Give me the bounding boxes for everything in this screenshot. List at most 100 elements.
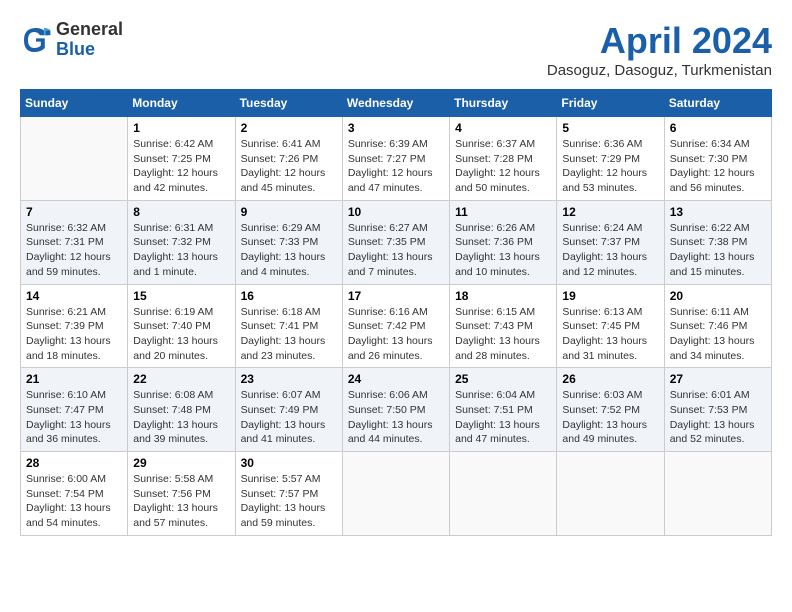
calendar-cell: 7Sunrise: 6:32 AMSunset: 7:31 PMDaylight… (21, 200, 128, 284)
calendar-cell: 30 Sunrise: 5:57 AMSunset: 7:57 PMDayligh… (235, 452, 342, 536)
day-info: Sunrise: 6:37 AMSunset: 7:28 PMDaylight:… (455, 137, 551, 196)
calendar-cell (21, 117, 128, 201)
day-header-thursday: Thursday (450, 90, 557, 117)
day-number: 16 (241, 289, 337, 303)
calendar-cell: 22 Sunrise: 6:08 AMSunset: 7:48 PMDayligh… (128, 368, 235, 452)
day-header-monday: Monday (128, 90, 235, 117)
month-title: April 2024 (547, 20, 772, 62)
days-header-row: SundayMondayTuesdayWednesdayThursdayFrid… (21, 90, 772, 117)
day-number: 10 (348, 205, 444, 219)
day-number: 8 (133, 205, 229, 219)
calendar-cell: 1Sunrise: 6:42 AMSunset: 7:25 PMDaylight… (128, 117, 235, 201)
calendar-cell: 12 Sunrise: 6:24 AMSunset: 7:37 PMDayligh… (557, 200, 664, 284)
day-info: Sunrise: 6:41 AMSunset: 7:26 PMDaylight:… (241, 137, 337, 196)
day-number: 11 (455, 205, 551, 219)
day-info: Sunrise: 6:21 AMSunset: 7:39 PMDaylight:… (26, 305, 122, 364)
day-number: 12 (562, 205, 658, 219)
day-info: Sunrise: 6:27 AMSunset: 7:35 PMDaylight:… (348, 221, 444, 280)
logo-icon (20, 24, 52, 56)
day-info: Sunrise: 6:26 AMSunset: 7:36 PMDaylight:… (455, 221, 551, 280)
logo: General Blue (20, 20, 123, 60)
logo-general-text: General (56, 20, 123, 40)
day-header-sunday: Sunday (21, 90, 128, 117)
calendar-cell: 8 Sunrise: 6:31 AMSunset: 7:32 PMDaylight… (128, 200, 235, 284)
day-number: 9 (241, 205, 337, 219)
day-info: Sunrise: 6:00 AMSunset: 7:54 PMDaylight:… (26, 472, 122, 531)
calendar-cell: 18Sunrise: 6:15 AMSunset: 7:43 PMDayligh… (450, 284, 557, 368)
calendar-week-5: 28 Sunrise: 6:00 AMSunset: 7:54 PMDayligh… (21, 452, 772, 536)
calendar-week-2: 7Sunrise: 6:32 AMSunset: 7:31 PMDaylight… (21, 200, 772, 284)
day-info: Sunrise: 6:16 AMSunset: 7:42 PMDaylight:… (348, 305, 444, 364)
day-number: 28 (26, 456, 122, 470)
day-number: 24 (348, 372, 444, 386)
day-number: 22 (133, 372, 229, 386)
calendar-cell: 25 Sunrise: 6:04 AMSunset: 7:51 PMDayligh… (450, 368, 557, 452)
day-info: Sunrise: 6:22 AMSunset: 7:38 PMDaylight:… (670, 221, 766, 280)
day-info: Sunrise: 6:01 AMSunset: 7:53 PMDaylight:… (670, 388, 766, 447)
calendar-cell (557, 452, 664, 536)
day-number: 13 (670, 205, 766, 219)
day-number: 23 (241, 372, 337, 386)
calendar-cell: 2 Sunrise: 6:41 AMSunset: 7:26 PMDaylight… (235, 117, 342, 201)
day-info: Sunrise: 6:31 AMSunset: 7:32 PMDaylight:… (133, 221, 229, 280)
day-info: Sunrise: 6:06 AMSunset: 7:50 PMDaylight:… (348, 388, 444, 447)
calendar-cell: 11 Sunrise: 6:26 AMSunset: 7:36 PMDayligh… (450, 200, 557, 284)
day-info: Sunrise: 6:18 AMSunset: 7:41 PMDaylight:… (241, 305, 337, 364)
day-info: Sunrise: 6:11 AMSunset: 7:46 PMDaylight:… (670, 305, 766, 364)
calendar-cell (450, 452, 557, 536)
day-info: Sunrise: 6:08 AMSunset: 7:48 PMDaylight:… (133, 388, 229, 447)
calendar-cell: 26 Sunrise: 6:03 AMSunset: 7:52 PMDayligh… (557, 368, 664, 452)
day-info: Sunrise: 6:36 AMSunset: 7:29 PMDaylight:… (562, 137, 658, 196)
day-number: 5 (562, 121, 658, 135)
calendar-cell (342, 452, 449, 536)
calendar-cell: 13 Sunrise: 6:22 AMSunset: 7:38 PMDayligh… (664, 200, 771, 284)
calendar-cell: 19Sunrise: 6:13 AMSunset: 7:45 PMDayligh… (557, 284, 664, 368)
calendar-cell: 27 Sunrise: 6:01 AMSunset: 7:53 PMDayligh… (664, 368, 771, 452)
day-number: 15 (133, 289, 229, 303)
day-number: 27 (670, 372, 766, 386)
logo-text: General Blue (56, 20, 123, 60)
day-number: 25 (455, 372, 551, 386)
calendar-cell: 29Sunrise: 5:58 AMSunset: 7:56 PMDayligh… (128, 452, 235, 536)
day-number: 20 (670, 289, 766, 303)
calendar-cell: 21Sunrise: 6:10 AMSunset: 7:47 PMDayligh… (21, 368, 128, 452)
day-number: 14 (26, 289, 122, 303)
calendar-cell: 16 Sunrise: 6:18 AMSunset: 7:41 PMDayligh… (235, 284, 342, 368)
calendar-cell: 10 Sunrise: 6:27 AMSunset: 7:35 PMDayligh… (342, 200, 449, 284)
location-text: Dasoguz, Dasoguz, Turkmenistan (547, 62, 772, 79)
day-info: Sunrise: 5:57 AMSunset: 7:57 PMDaylight:… (241, 472, 337, 531)
calendar-cell: 15 Sunrise: 6:19 AMSunset: 7:40 PMDayligh… (128, 284, 235, 368)
day-info: Sunrise: 6:19 AMSunset: 7:40 PMDaylight:… (133, 305, 229, 364)
day-header-saturday: Saturday (664, 90, 771, 117)
day-info: Sunrise: 6:34 AMSunset: 7:30 PMDaylight:… (670, 137, 766, 196)
calendar-cell: 23Sunrise: 6:07 AMSunset: 7:49 PMDayligh… (235, 368, 342, 452)
calendar-cell (664, 452, 771, 536)
calendar-cell: 24 Sunrise: 6:06 AMSunset: 7:50 PMDayligh… (342, 368, 449, 452)
calendar-body: 1Sunrise: 6:42 AMSunset: 7:25 PMDaylight… (21, 117, 772, 536)
day-number: 6 (670, 121, 766, 135)
day-number: 2 (241, 121, 337, 135)
day-number: 1 (133, 121, 229, 135)
calendar-cell: 6 Sunrise: 6:34 AMSunset: 7:30 PMDaylight… (664, 117, 771, 201)
day-number: 30 (241, 456, 337, 470)
calendar-cell: 5 Sunrise: 6:36 AMSunset: 7:29 PMDaylight… (557, 117, 664, 201)
day-info: Sunrise: 6:24 AMSunset: 7:37 PMDaylight:… (562, 221, 658, 280)
day-header-wednesday: Wednesday (342, 90, 449, 117)
day-number: 26 (562, 372, 658, 386)
day-header-tuesday: Tuesday (235, 90, 342, 117)
day-info: Sunrise: 6:29 AMSunset: 7:33 PMDaylight:… (241, 221, 337, 280)
calendar-header: SundayMondayTuesdayWednesdayThursdayFrid… (21, 90, 772, 117)
calendar-cell: 28 Sunrise: 6:00 AMSunset: 7:54 PMDayligh… (21, 452, 128, 536)
calendar-cell: 20 Sunrise: 6:11 AMSunset: 7:46 PMDayligh… (664, 284, 771, 368)
calendar-cell: 14 Sunrise: 6:21 AMSunset: 7:39 PMDayligh… (21, 284, 128, 368)
logo-blue-text: Blue (56, 40, 123, 60)
day-info: Sunrise: 5:58 AMSunset: 7:56 PMDaylight:… (133, 472, 229, 531)
page-header: General Blue April 2024 Dasoguz, Dasoguz… (20, 20, 772, 79)
day-info: Sunrise: 6:03 AMSunset: 7:52 PMDaylight:… (562, 388, 658, 447)
day-info: Sunrise: 6:39 AMSunset: 7:27 PMDaylight:… (348, 137, 444, 196)
calendar-week-4: 21Sunrise: 6:10 AMSunset: 7:47 PMDayligh… (21, 368, 772, 452)
day-info: Sunrise: 6:04 AMSunset: 7:51 PMDaylight:… (455, 388, 551, 447)
calendar-week-3: 14 Sunrise: 6:21 AMSunset: 7:39 PMDayligh… (21, 284, 772, 368)
calendar-week-1: 1Sunrise: 6:42 AMSunset: 7:25 PMDaylight… (21, 117, 772, 201)
calendar-cell: 17Sunrise: 6:16 AMSunset: 7:42 PMDayligh… (342, 284, 449, 368)
